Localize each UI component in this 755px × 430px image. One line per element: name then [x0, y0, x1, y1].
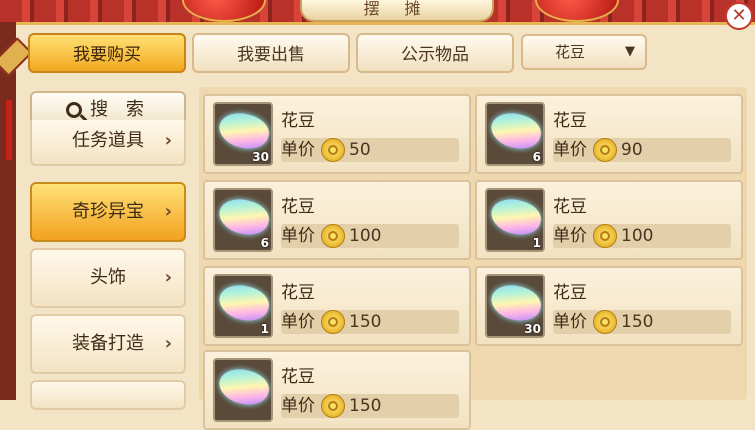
price-row: 单价 150	[281, 310, 459, 334]
tab-sell[interactable]: 我要出售	[192, 33, 350, 73]
item-icon-box: 30	[213, 102, 273, 166]
price-row: 单价 100	[553, 224, 731, 248]
item-quantity: 1	[260, 322, 269, 336]
flower-bean-icon	[215, 280, 271, 326]
coin-icon	[321, 394, 345, 418]
item-card[interactable]: 30 花豆单价 150	[475, 266, 743, 346]
category-label: 任务道具	[72, 130, 144, 151]
item-card[interactable]: 1 花豆单价 150	[203, 266, 471, 346]
category-item-headwear[interactable]: 头饰 ›	[30, 248, 186, 308]
coin-icon	[593, 224, 617, 248]
item-card[interactable]: 花豆单价 150	[203, 350, 471, 430]
flower-bean-icon	[215, 108, 271, 154]
item-name: 花豆	[553, 283, 587, 303]
item-name: 花豆	[281, 197, 315, 217]
category-sidebar: 搜 索 任务道具 › 奇珍异宝 › 头饰 › 装备打造 ›	[22, 86, 194, 410]
category-item-quest[interactable]: 任务道具 ›	[30, 120, 186, 166]
flower-bean-icon	[215, 364, 271, 410]
price-value: 90	[621, 140, 643, 160]
item-card[interactable]: 1 花豆单价 100	[475, 180, 743, 260]
price-value: 150	[349, 396, 382, 416]
category-item-forging[interactable]: 装备打造 ›	[30, 314, 186, 374]
price-row: 单价 50	[281, 138, 459, 162]
search-icon	[66, 102, 83, 118]
item-quantity: 30	[252, 150, 269, 164]
coin-icon	[593, 310, 617, 334]
price-value: 100	[621, 226, 654, 246]
category-item-next[interactable]	[30, 380, 186, 410]
item-icon-box: 6	[213, 188, 273, 252]
tassel-string	[6, 100, 12, 160]
category-label: 头饰	[90, 267, 126, 288]
price-label: 单价	[281, 396, 315, 416]
item-quantity: 6	[260, 236, 269, 250]
price-row: 单价 150	[281, 394, 459, 418]
close-button[interactable]: ✕	[725, 2, 753, 30]
price-value: 150	[621, 312, 654, 332]
category-label: 装备打造	[72, 333, 144, 354]
window-title: 摆 摊	[300, 0, 494, 22]
flower-bean-icon	[487, 280, 543, 326]
item-filter-dropdown[interactable]: 花豆 ▼	[521, 34, 647, 70]
chevron-right-icon: ›	[164, 333, 172, 354]
price-value: 100	[349, 226, 382, 246]
left-frame	[0, 22, 16, 400]
price-label: 单价	[553, 140, 587, 160]
flower-bean-icon	[215, 194, 271, 240]
item-card[interactable]: 6 花豆单价 100	[203, 180, 471, 260]
coin-icon	[321, 310, 345, 334]
category-item-treasure[interactable]: 奇珍异宝 ›	[30, 182, 186, 242]
price-label: 单价	[281, 226, 315, 246]
item-icon-box	[213, 358, 273, 422]
price-row: 单价 90	[553, 138, 731, 162]
item-name: 花豆	[281, 367, 315, 387]
item-card[interactable]: 6 花豆单价 90	[475, 94, 743, 174]
chevron-right-icon: ›	[164, 201, 172, 222]
coin-icon	[593, 138, 617, 162]
price-value: 50	[349, 140, 371, 160]
tab-public-items[interactable]: 公示物品	[356, 33, 514, 73]
chevron-down-icon: ▼	[625, 44, 635, 59]
flower-bean-icon	[487, 194, 543, 240]
item-quantity: 1	[532, 236, 541, 250]
item-icon-box: 1	[485, 188, 545, 252]
item-name: 花豆	[281, 111, 315, 131]
item-card[interactable]: 30 花豆单价 50	[203, 94, 471, 174]
price-label: 单价	[281, 312, 315, 332]
item-name: 花豆	[281, 283, 315, 303]
flower-bean-icon	[487, 108, 543, 154]
coin-icon	[321, 138, 345, 162]
item-name: 花豆	[553, 197, 587, 217]
price-value: 150	[349, 312, 382, 332]
item-icon-box: 1	[213, 274, 273, 338]
tab-buy[interactable]: 我要购买	[28, 33, 186, 73]
item-quantity: 6	[532, 150, 541, 164]
coin-icon	[321, 224, 345, 248]
category-label: 奇珍异宝	[72, 201, 144, 222]
price-label: 单价	[553, 312, 587, 332]
price-row: 单价 150	[553, 310, 731, 334]
search-label: 搜 索	[90, 99, 150, 120]
price-label: 单价	[553, 226, 587, 246]
price-row: 单价 100	[281, 224, 459, 248]
item-icon-box: 6	[485, 102, 545, 166]
item-quantity: 30	[524, 322, 541, 336]
chevron-right-icon: ›	[164, 267, 172, 288]
dropdown-value: 花豆	[555, 43, 586, 61]
item-name: 花豆	[553, 111, 587, 131]
chevron-right-icon: ›	[164, 130, 172, 151]
item-icon-box: 30	[485, 274, 545, 338]
price-label: 单价	[281, 140, 315, 160]
